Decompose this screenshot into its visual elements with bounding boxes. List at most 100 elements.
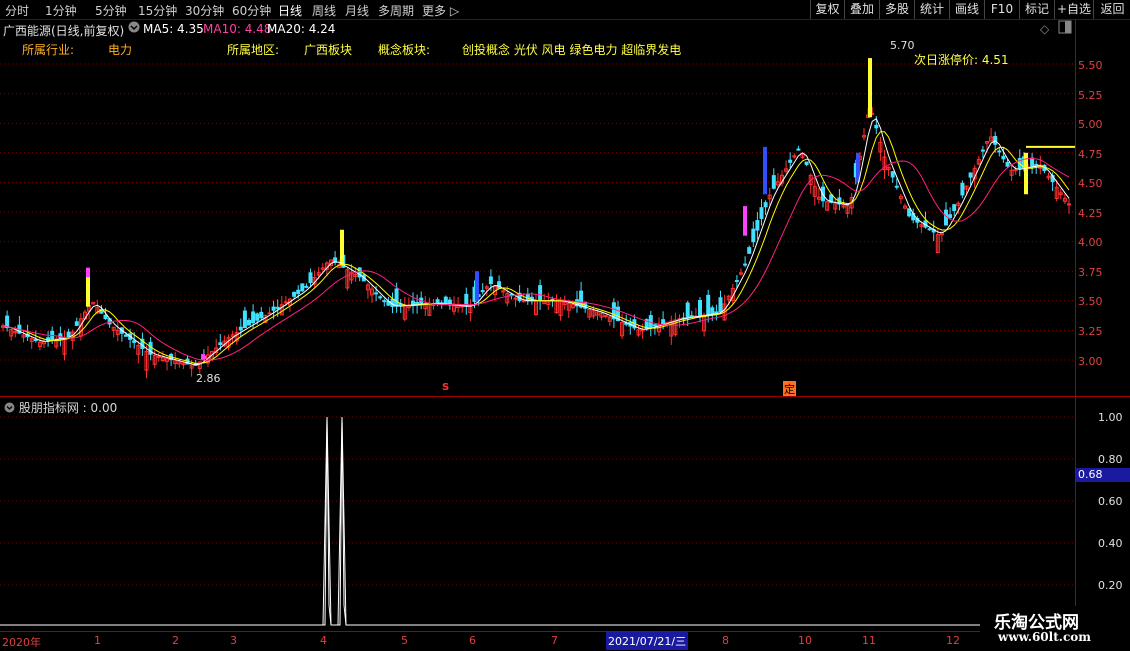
price-tick: 3.75 [1078,266,1103,279]
candlestick-chart[interactable] [0,38,1075,396]
ma10-line [2,131,1070,365]
candle-body [300,283,305,292]
site-watermark: 乐淘公式网 www.60lt.com [980,606,1130,650]
ding-marker: 定 [783,381,796,397]
candle-body [66,331,71,338]
indicator-name: 股朋指标网 : 0.00 [18,401,118,415]
candle-body [788,159,793,163]
candle-body [734,280,739,283]
candle-body [521,300,526,303]
candle-body [255,313,260,321]
tab-5min[interactable]: 5分钟 [95,2,127,19]
signal-bar [763,146,767,195]
candle-body [948,214,953,219]
tab-15min[interactable]: 15分钟 [138,2,177,19]
price-tick: 4.50 [1078,177,1103,190]
mark-button[interactable]: 标记 [1019,0,1054,19]
price-tick: 5.00 [1078,118,1103,131]
candle-body [1001,155,1006,160]
tab-weekly[interactable]: 周线 [312,2,336,19]
candle-body [275,306,280,309]
date-tick: 3 [230,634,237,647]
chevron-down-icon[interactable] [4,401,15,415]
date-tick: 4 [320,634,327,647]
candle-body [706,294,711,315]
draw-line-button[interactable]: 画线 [949,0,984,19]
candle-body [247,319,251,326]
candle-body [698,300,702,317]
candle-body [74,321,79,326]
candle-body [382,300,387,303]
price-tick: 4.75 [1078,148,1103,161]
tab-60min[interactable]: 60分钟 [232,2,271,19]
candle-body [648,315,653,328]
candle-body [292,291,297,297]
candle-body [538,285,543,302]
price-tick: 4.25 [1078,207,1103,220]
candle-body [411,300,415,306]
candle-body [771,175,776,189]
indicator-tick: 1.00 [1098,411,1123,424]
candle-body [804,161,809,165]
candle-body [796,148,801,151]
candle-body [283,301,288,304]
statistics-button[interactable]: 统计 [914,0,949,19]
indicator-current-value: 0.68 [1076,468,1130,482]
diamond-icon[interactable]: ◇ [1040,22,1049,36]
chevron-down-icon[interactable] [128,21,140,36]
candle-body [1005,161,1010,167]
tab-more[interactable]: 更多 ▷ [422,2,459,19]
chart-header: 广西能源(日线,前复权) MA5: 4.35 MA10: 4.48 MA20: … [0,20,1075,38]
next-limit-up-price: 次日涨停价: 4.51 [914,53,1009,67]
candle-body [927,228,932,231]
candle-body [890,171,895,178]
candle-body [685,302,690,318]
back-button[interactable]: 返回 [1093,0,1130,19]
signal-bar [475,271,479,301]
tab-30min[interactable]: 30分钟 [185,2,224,19]
fuquan-button[interactable]: 复权 [810,0,844,19]
watermark-url: www.60lt.com [998,630,1091,644]
indicator-tick: 0.80 [1098,453,1123,466]
multi-stock-button[interactable]: 多股 [879,0,914,19]
indicator-tick: 0.20 [1098,579,1123,592]
candle-body [652,324,657,327]
panel-divider [0,396,1130,397]
tab-daily[interactable]: 日线 [278,2,302,19]
high-price-marker: 5.70 [890,39,915,52]
tab-1min[interactable]: 1分钟 [45,2,77,19]
tab-fenshi[interactable]: 分时 [5,2,29,19]
price-tick: 5.25 [1078,89,1103,102]
ma5-label: MA5: 4.35 [143,22,204,36]
add-favorite-button[interactable]: +自选 [1054,0,1093,19]
date-tick: 7 [551,634,558,647]
candle-body [488,276,493,285]
window-toggle-icon[interactable] [1058,20,1072,37]
date-tick: 2 [172,634,179,647]
candle-body [751,228,756,243]
candle-body [759,207,764,219]
candle-body [480,290,485,293]
candle-body [415,301,420,305]
candle-body [513,297,518,300]
candle-body [132,340,137,343]
candle-body [124,334,128,337]
date-tick: 8 [722,634,729,647]
axis-divider [1075,19,1076,631]
date-tick: 10 [798,634,812,647]
signal-bar [868,58,872,118]
tab-multi-period[interactable]: 多周期 [378,2,414,19]
price-tick: 5.50 [1078,59,1103,72]
candle-body [755,220,760,231]
candle-body [661,319,666,325]
candle-body [997,150,1002,153]
ma20-label: MA20: 4.24 [267,22,336,36]
candle-body [251,311,256,324]
f10-button[interactable]: F10 [984,0,1019,19]
candle-body [156,355,161,358]
signal-bar [743,206,747,236]
candle-body [259,311,264,319]
tab-monthly[interactable]: 月线 [345,2,369,19]
overlay-button[interactable]: 叠加 [844,0,879,19]
indicator-chart[interactable] [0,414,1075,628]
